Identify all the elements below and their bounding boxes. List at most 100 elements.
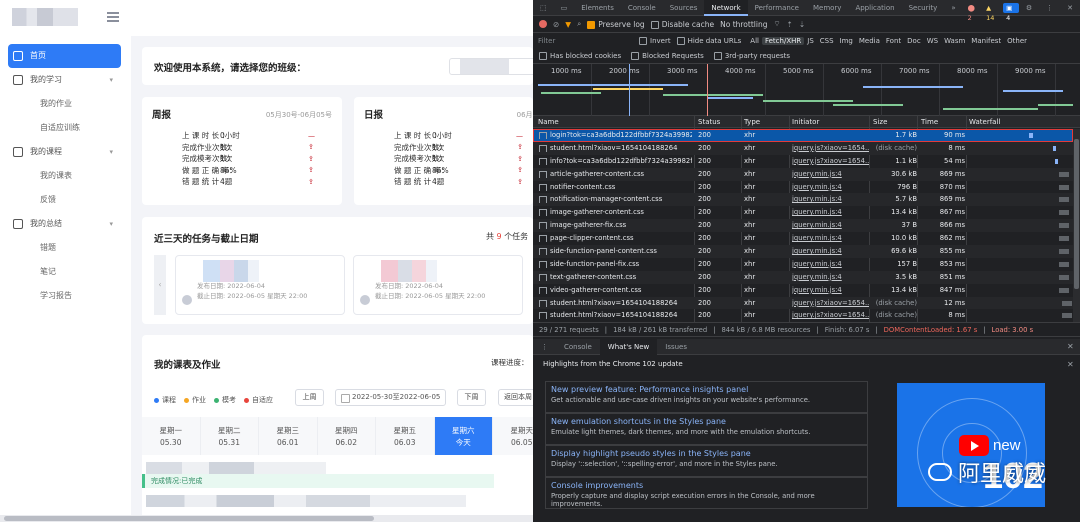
request-initiator[interactable]: jquery.min.js:4 bbox=[792, 260, 869, 268]
date-range-picker[interactable]: 2022-05-30至2022-06-05 bbox=[335, 389, 446, 406]
error-count-badge[interactable]: ⬤ 2 bbox=[965, 3, 982, 22]
settings-icon[interactable]: ⚙ bbox=[1019, 0, 1039, 16]
preserve-log-checkbox[interactable]: Preserve log bbox=[587, 20, 645, 29]
filter-icon[interactable]: ▼ bbox=[565, 20, 571, 29]
whats-new-item[interactable]: Display highlight pseudo styles in the S… bbox=[545, 445, 868, 477]
filter-type[interactable]: Manifest bbox=[968, 37, 1004, 45]
sidebar-item[interactable]: 我的学习 ▾ bbox=[8, 68, 121, 92]
drawer-tab[interactable]: Console bbox=[556, 339, 600, 355]
whats-new-title[interactable]: Console improvements bbox=[551, 481, 862, 490]
prev-week-button[interactable]: 上周 bbox=[295, 389, 324, 406]
clear-icon[interactable]: ⊘ bbox=[553, 20, 559, 29]
request-row[interactable]: video-gatherer-content.css 200 xhr jquery.m… bbox=[533, 284, 1073, 297]
devtools-tab[interactable]: Performance bbox=[748, 0, 806, 16]
sidebar-item[interactable]: 自适应训练 bbox=[8, 116, 121, 140]
request-initiator[interactable]: jquery.min.js:4 bbox=[792, 247, 869, 255]
record-icon[interactable] bbox=[539, 20, 547, 28]
sidebar-item[interactable]: 我的作业 bbox=[8, 92, 121, 116]
filter-type[interactable]: Img bbox=[837, 37, 856, 45]
filter-input[interactable]: Filter bbox=[533, 37, 639, 45]
filter-type[interactable]: WS bbox=[924, 37, 941, 45]
schedule-item[interactable] bbox=[146, 495, 466, 507]
request-row[interactable]: info?tok=ca3a6dbd122dfbbf7324a39982f... 2… bbox=[533, 155, 1073, 168]
request-initiator[interactable]: jquery.min.js:4 bbox=[792, 234, 869, 242]
devtools-tab[interactable]: Elements bbox=[574, 0, 621, 16]
day-column-header[interactable]: 星期五 06.03 bbox=[376, 417, 435, 455]
request-row[interactable]: student.html?xiaov=1654104188264 200 xhr jq… bbox=[533, 296, 1073, 310]
sidebar-item[interactable]: 错题 bbox=[8, 236, 121, 260]
schedule-item[interactable] bbox=[146, 462, 326, 474]
day-column-header[interactable]: 星期六 今天 bbox=[434, 417, 493, 455]
blocked-requests-checkbox[interactable]: Blocked Requests bbox=[631, 52, 704, 60]
sidebar-item[interactable]: 反馈 bbox=[8, 188, 121, 212]
issues-count-badge[interactable]: ▣ 4 bbox=[1003, 2, 1019, 22]
back-this-week-button[interactable]: 返回本周 bbox=[498, 389, 533, 406]
request-initiator[interactable]: jquery.js?xiaov=1654... bbox=[792, 157, 869, 165]
request-row[interactable]: side-function-panel-fix.css 200 xhr jquery.… bbox=[533, 258, 1073, 271]
export-har-icon[interactable]: ⇣ bbox=[799, 20, 805, 29]
sidebar-item[interactable]: 笔记 bbox=[8, 260, 121, 284]
day-column-header[interactable]: 星期一 05.30 bbox=[142, 417, 201, 455]
third-party-checkbox[interactable]: 3rd-party requests bbox=[713, 52, 790, 60]
menu-toggle-icon[interactable] bbox=[107, 12, 119, 22]
day-column-header[interactable]: 星期四 06.02 bbox=[317, 417, 376, 455]
sidebar-item[interactable]: 首页 bbox=[8, 44, 121, 68]
request-initiator[interactable]: jquery.min.js:4 bbox=[792, 195, 869, 203]
network-overview-timeline[interactable]: 1000 ms 2000 ms 3000 ms 4000 ms 5000 ms 6000 … bbox=[533, 64, 1080, 116]
request-row[interactable]: image-gatherer-content.css 200 xhr jquery.m… bbox=[533, 206, 1073, 219]
task-card[interactable]: 发布日期: 2022-06-04 截止日期: 2022-06-05 星期天 22… bbox=[353, 255, 523, 315]
col-status[interactable]: Status bbox=[698, 118, 720, 126]
drawer-tab[interactable]: What's New bbox=[599, 338, 658, 355]
day-column-header[interactable]: 星期二 05.31 bbox=[200, 417, 259, 455]
more-options-icon[interactable]: ⋮ bbox=[1039, 0, 1060, 16]
request-initiator[interactable]: jquery.js?xiaov=1654... bbox=[792, 311, 869, 319]
sidebar-item[interactable]: 我的课程 ▾ bbox=[8, 140, 121, 164]
col-type[interactable]: Type bbox=[744, 118, 760, 126]
request-initiator[interactable]: jquery.min.js:4 bbox=[792, 208, 869, 216]
request-initiator[interactable]: jquery.min.js:4 bbox=[792, 286, 869, 294]
devtools-tab[interactable]: Application bbox=[848, 0, 901, 16]
devtools-tab[interactable]: Security bbox=[902, 0, 945, 16]
whats-new-title[interactable]: New preview feature: Performance insight… bbox=[551, 385, 862, 394]
whats-new-title[interactable]: New emulation shortcuts in the Styles pa… bbox=[551, 417, 862, 426]
close-drawer-icon[interactable]: ✕ bbox=[1067, 342, 1074, 351]
request-initiator[interactable]: jquery.js?xiaov=1654... bbox=[792, 144, 869, 152]
class-select[interactable] bbox=[449, 58, 533, 75]
import-har-icon[interactable]: ⇡ bbox=[787, 20, 793, 29]
filter-type[interactable]: Font bbox=[883, 37, 904, 45]
sidebar-item[interactable]: 学习报告 bbox=[8, 284, 121, 308]
warning-count-badge[interactable]: ▲ 14 bbox=[983, 3, 1001, 22]
devtools-tab[interactable]: Network bbox=[704, 0, 748, 16]
col-initiator[interactable]: Initiator bbox=[792, 118, 819, 126]
request-row[interactable]: student.html?xiaov=16541041882​64 200 xhr j… bbox=[533, 141, 1073, 155]
next-week-button[interactable]: 下周 bbox=[457, 389, 486, 406]
request-row[interactable]: notifier-content.css 200 xhr jquery.min.js:… bbox=[533, 181, 1073, 194]
devtools-tab[interactable]: Sources bbox=[663, 0, 705, 16]
filter-type[interactable]: Doc bbox=[904, 37, 924, 45]
filter-type[interactable]: Wasm bbox=[941, 37, 968, 45]
sidebar-item[interactable]: 我的课表 bbox=[8, 164, 121, 188]
tasks-prev-arrow[interactable]: ‹ bbox=[154, 255, 166, 315]
drawer-menu-icon[interactable]: ⋮ bbox=[533, 339, 556, 355]
device-toolbar-icon[interactable]: ▭ bbox=[554, 0, 575, 16]
whats-new-item[interactable]: New emulation shortcuts in the Styles pa… bbox=[545, 413, 868, 445]
request-row[interactable]: image-gatherer-fix.css 200 xhr jquery.min.j… bbox=[533, 219, 1073, 233]
col-waterfall[interactable]: Waterfall bbox=[969, 118, 1000, 126]
filter-type[interactable]: Other bbox=[1004, 37, 1030, 45]
request-initiator[interactable]: jquery.js?xiaov=1654... bbox=[792, 299, 869, 307]
request-initiator[interactable]: jquery.min.js:4 bbox=[792, 273, 869, 281]
horizontal-scrollbar[interactable] bbox=[0, 515, 533, 522]
request-row[interactable]: notification-manager-content.css 200 xhr jq… bbox=[533, 193, 1073, 207]
close-devtools-icon[interactable]: ✕ bbox=[1060, 0, 1080, 16]
requests-scrollbar[interactable] bbox=[1073, 129, 1080, 322]
col-time[interactable]: Time bbox=[921, 118, 938, 126]
network-conditions-icon[interactable]: ⌔ bbox=[773, 19, 780, 29]
throttling-select[interactable]: No throttling bbox=[720, 20, 767, 29]
filter-type[interactable]: Media bbox=[856, 37, 883, 45]
request-row[interactable]: text-gatherer-content.css 200 xhr jquery.mi… bbox=[533, 270, 1073, 284]
day-column-header[interactable]: 星期三 06.01 bbox=[259, 417, 318, 455]
devtools-tab[interactable]: Memory bbox=[806, 0, 848, 16]
task-card[interactable]: 发布日期: 2022-06-04 截止日期: 2022-06-05 星期天 22… bbox=[175, 255, 345, 315]
drawer-tab[interactable]: Issues bbox=[657, 339, 695, 355]
request-initiator[interactable]: jquery.min.js:4 bbox=[792, 183, 869, 191]
